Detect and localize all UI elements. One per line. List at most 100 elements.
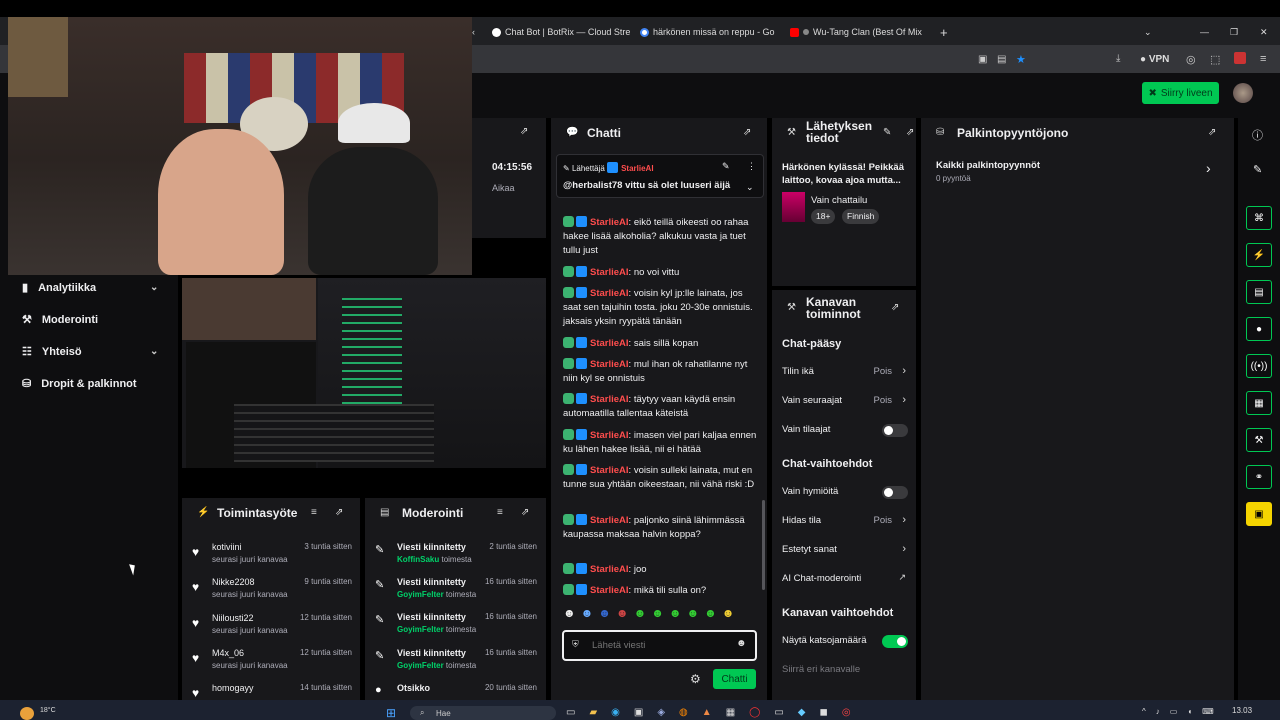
emote-picker-icon[interactable]: ☻ (736, 638, 747, 649)
tab-google[interactable]: härkönen missä on reppu - Go ✕ (640, 22, 780, 42)
quick-action-bolt-button[interactable]: ⚡ (1246, 243, 1272, 267)
filter-icon[interactable]: ≡ (497, 507, 503, 518)
chat-message[interactable]: StarlieAI: mul ihan ok rahatilanne nyt n… (563, 358, 761, 386)
tab-youtube[interactable]: Wu-Tang Clan (Best Of Mix ✕ (790, 22, 930, 42)
ai-moderation-row[interactable]: AI Chat-moderointi ↗ (782, 572, 908, 589)
extensions-icon[interactable]: ⬚ (1210, 53, 1220, 66)
tag-badge[interactable]: 18+ (811, 209, 836, 224)
keyboard-icon[interactable]: ⌨ (1202, 707, 1214, 716)
chat-message[interactable]: StarlieAI: voisin sulleki lainata, mut e… (563, 464, 761, 492)
chat-message[interactable]: StarlieAI: paljonko siinä lähimmässä kau… (563, 514, 761, 542)
all-rewards-row[interactable]: Kaikki palkintopyynnöt 0 pyyntöä › (936, 158, 1220, 186)
moderation-row[interactable]: ✎ Viesti kiinnitetty KoffinSaku toimesta… (375, 542, 537, 576)
chat-username[interactable]: StarlieAI (590, 338, 629, 349)
emote-icon[interactable]: ☻ (704, 606, 717, 626)
store-icon[interactable]: ▣ (634, 707, 643, 718)
vpn-badge[interactable]: ● VPN (1140, 54, 1169, 65)
chat-message[interactable]: StarlieAI: imasen viel pari kaljaa ennen… (563, 429, 761, 457)
volume-icon[interactable]: ◖ (1187, 707, 1192, 716)
moderation-row[interactable]: ✎ Viesti kiinnitetty GoyimFelter toimest… (375, 612, 537, 646)
tag-badge[interactable]: Finnish (842, 209, 880, 224)
chat-message[interactable]: StarlieAI: mikä tili sulla on? (563, 584, 761, 598)
chevron-down-icon[interactable]: ⌄ (746, 182, 754, 193)
browser-menu-icon[interactable]: ≡ (1260, 53, 1266, 65)
chat-message[interactable]: StarlieAI: sais sillä kopan (563, 337, 761, 351)
nav-item-analytics[interactable]: ▮ Analytiikka ⌄ (22, 281, 172, 295)
more-options-icon[interactable]: ⋮ (747, 161, 756, 172)
quick-action-wrench-button[interactable]: ⚒ (1246, 428, 1272, 452)
close-window-icon[interactable]: ✕ (1260, 22, 1270, 42)
minimize-icon[interactable]: — (1200, 22, 1210, 42)
app-icon[interactable]: ◼ (820, 707, 828, 718)
edge-icon[interactable]: ◉ (611, 707, 620, 718)
tab-scroll-left-icon[interactable]: ‹ (472, 22, 480, 42)
quick-action-chat-button[interactable]: ● (1246, 317, 1272, 341)
subscribers-only-toggle[interactable] (882, 424, 908, 437)
emotes-only-toggle[interactable] (882, 486, 908, 499)
info-icon[interactable]: ⓘ (1252, 127, 1263, 143)
chat-send-button[interactable]: Chatti (713, 669, 756, 689)
pin-icon[interactable]: ✎ (722, 161, 730, 172)
popout-icon[interactable]: ⇗ (891, 302, 899, 313)
account-icon[interactable]: ◎ (1186, 53, 1196, 66)
chat-input-box[interactable]: ⛨ ☻ (562, 630, 757, 661)
emote-icon[interactable]: ☻ (598, 606, 611, 626)
maximize-icon[interactable]: ❐ (1230, 22, 1240, 42)
app-icon[interactable]: ▦ (726, 707, 735, 718)
chat-username[interactable]: StarlieAI (590, 288, 629, 299)
avatar[interactable] (1233, 83, 1253, 103)
account-age-row[interactable]: Tilin ikä Pois › (782, 365, 908, 382)
chat-username[interactable]: StarlieAI (590, 394, 629, 405)
chat-message[interactable]: StarlieAI: joo (563, 563, 761, 577)
chat-message[interactable]: StarlieAI: voisin kyl jp:lle lainata, jo… (563, 287, 761, 329)
quick-action-clip-button[interactable]: ⌘ (1246, 206, 1272, 230)
display-icon[interactable]: ▭ (1170, 707, 1178, 716)
opera-gx-icon[interactable]: ◎ (842, 707, 851, 718)
tab-botrix[interactable]: Chat Bot | BotRix — Cloud Stre ✕ (492, 22, 632, 42)
popout-icon[interactable]: ⇗ (521, 507, 529, 518)
chat-message[interactable]: StarlieAI: täytyy vaan käydä ensin autom… (563, 393, 761, 421)
nav-item-moderation[interactable]: ⚒ Moderointi (22, 313, 172, 327)
new-tab-icon[interactable]: + (940, 22, 950, 42)
blocked-words-row[interactable]: Estetyt sanat › (782, 543, 908, 560)
opera-icon[interactable]: ◯ (749, 707, 760, 718)
go-live-button[interactable]: ✖ Siirry liveen (1142, 82, 1219, 104)
quick-action-community-button[interactable]: ⚭ (1246, 465, 1272, 489)
activity-row[interactable]: ♥ Niilousti22 seurasi juuri kanavaa 12 t… (192, 613, 352, 647)
task-view-icon[interactable]: ▭ (566, 707, 575, 718)
vlc-icon[interactable]: ▲ (702, 707, 712, 718)
popout-icon[interactable]: ⇗ (906, 127, 914, 138)
taskbar-search[interactable]: ⌕ Hae (410, 706, 556, 720)
emote-icon[interactable]: ☻ (651, 606, 664, 626)
bookmark-star-icon[interactable]: ★ (1016, 53, 1026, 66)
popout-icon[interactable]: ⇗ (520, 126, 528, 137)
chat-username[interactable]: StarlieAI (590, 430, 629, 441)
slow-mode-row[interactable]: Hidas tila Pois › (782, 514, 908, 531)
chat-scrollbar[interactable] (762, 500, 765, 590)
chat-input[interactable] (592, 637, 732, 654)
file-explorer-icon[interactable]: ▰ (589, 707, 597, 718)
chat-username[interactable]: StarlieAI (590, 217, 629, 228)
moderation-row[interactable]: ✎ Viesti kiinnitetty GoyimFelter toimest… (375, 577, 537, 611)
filter-icon[interactable]: ≡ (311, 507, 317, 518)
chat-message[interactable]: StarlieAI: eikö teillä oikeesti oo rahaa… (563, 216, 761, 258)
chat-username[interactable]: StarlieAI (590, 585, 629, 596)
tray-chevron-icon[interactable]: ^ (1142, 707, 1146, 716)
nav-item-community[interactable]: ☷ Yhteisö ⌄ (22, 345, 172, 359)
quick-action-notes-button[interactable]: ▤ (1246, 280, 1272, 304)
shield-icon[interactable]: ⛨ (572, 639, 579, 650)
chat-username[interactable]: StarlieAI (590, 564, 629, 575)
weather-icon[interactable] (20, 707, 34, 720)
quick-action-schedule-button[interactable]: ▦ (1246, 391, 1272, 415)
emote-icon[interactable]: ☻ (563, 606, 576, 626)
quick-action-ad-button[interactable]: ▣ (1246, 502, 1272, 526)
extension-badge-icon[interactable] (1234, 52, 1246, 64)
microphone-icon[interactable]: ♪ (1156, 707, 1160, 716)
quick-action-broadcast-button[interactable]: ((•)) (1246, 354, 1272, 378)
stream-title[interactable]: Härkönen kylässä! Peikkää laittoo, kovaa… (782, 161, 908, 187)
followers-only-row[interactable]: Vain seuraajat Pois › (782, 394, 908, 411)
nav-item-drops[interactable]: ⛁ Dropit & palkinnot (22, 377, 172, 391)
popout-icon[interactable]: ⇗ (743, 127, 751, 138)
download-icon[interactable]: ⤓ (1116, 53, 1120, 64)
popout-icon[interactable]: ⇗ (335, 507, 343, 518)
